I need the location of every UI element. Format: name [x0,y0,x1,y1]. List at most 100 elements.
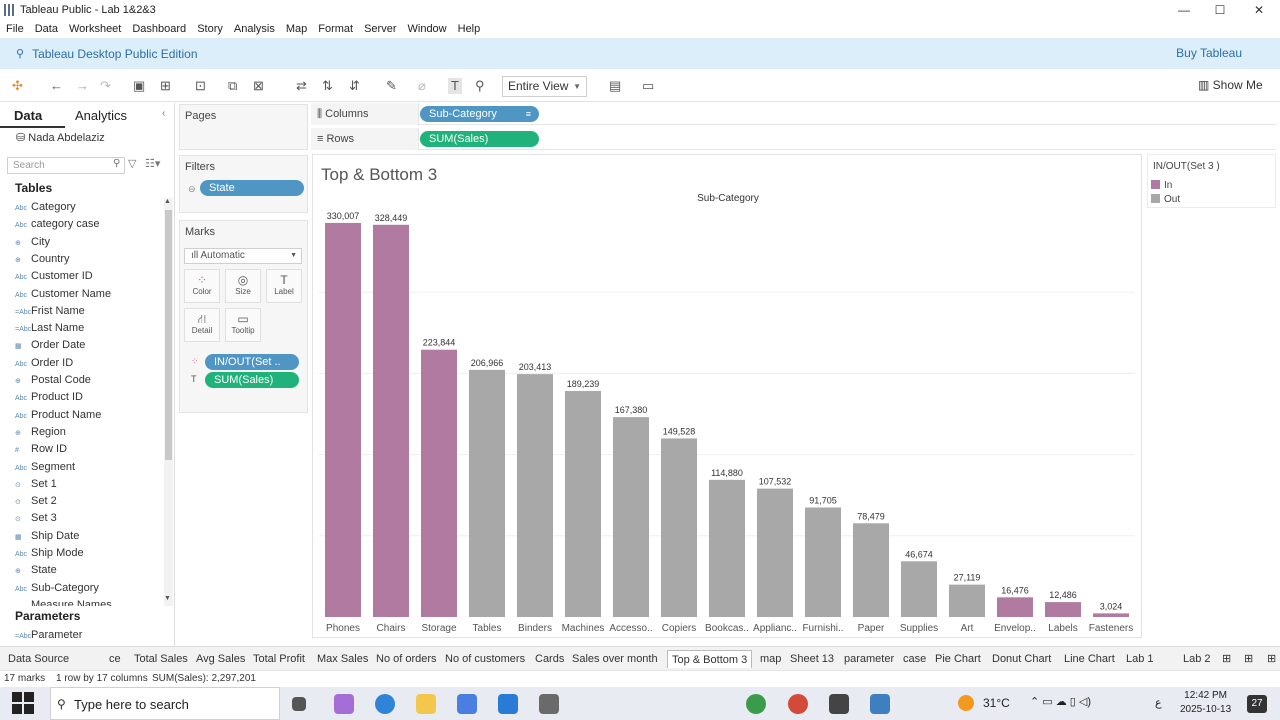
new-datasource-icon[interactable]: ⊞ [160,78,171,94]
legend-item-in[interactable]: In [1151,180,1172,191]
menu-analysis[interactable]: Analysis [234,23,275,35]
size-button[interactable]: ◎ Size [225,269,261,303]
bar-binders[interactable] [517,374,553,617]
menu-file[interactable]: File [6,23,24,35]
camera-icon[interactable] [539,694,559,714]
filter-pill-state[interactable]: State [200,180,304,196]
field-item[interactable]: ⊙ Set 3 [15,512,57,524]
field-item[interactable]: ⊕ State [15,564,57,576]
color-button[interactable]: ⁘ Color [184,269,220,303]
sheet-tab[interactable]: case [899,650,930,668]
file-explorer-icon[interactable] [416,694,436,714]
bar-envelop[interactable] [997,597,1033,617]
bar-storage[interactable] [421,349,457,617]
swap-icon[interactable]: ⇄ [296,78,307,94]
copilot-icon[interactable] [334,694,354,714]
show-me-button[interactable]: ▥ Show Me [1198,78,1263,92]
sheet-tab[interactable]: Lab 1 [1122,650,1158,668]
menu-map[interactable]: Map [286,23,307,35]
field-item[interactable]: Abc Order ID [15,357,73,369]
menu-data[interactable]: Data [35,23,58,35]
filter-fields-icon[interactable]: ▽ [128,157,136,170]
settings-icon[interactable] [829,694,849,714]
menu-server[interactable]: Server [364,23,396,35]
sheet-tab[interactable]: Pie Chart [931,650,985,668]
group-icon[interactable]: ⌀ [418,78,426,94]
bar-supplies[interactable] [901,561,937,617]
field-item[interactable]: Abc Category [15,201,76,213]
chrome-profile-icon[interactable] [788,694,808,714]
bar-furnishi[interactable] [805,507,841,617]
datasource-user[interactable]: ⛁ Nada Abdelaziz [16,131,105,144]
menu-story[interactable]: Story [197,23,223,35]
new-datasource-tab-icon[interactable]: ⊞ [1218,650,1235,668]
menu-format[interactable]: Format [318,23,353,35]
menu-worksheet[interactable]: Worksheet [69,23,121,35]
sort-descending-icon[interactable]: ⇵ [349,78,360,94]
fit-view-dropdown[interactable]: Entire View ▼ [502,76,587,97]
sheet-tab[interactable]: map [756,650,785,668]
duplicate-sheet-icon[interactable]: ⧉ [228,78,237,94]
columns-pill-subcategory[interactable]: Sub-Category ≡ [420,106,539,122]
sheet-tab[interactable]: Sheet 13 [786,650,838,668]
label-button[interactable]: T Label [266,269,302,303]
field-parameter[interactable]: =AbcParameter [15,629,82,641]
store-icon[interactable] [457,694,477,714]
scroll-up-icon[interactable]: ▲ [164,198,171,205]
bar-tables[interactable] [469,369,505,617]
new-sheet-tab-icon[interactable]: ⊞ [1240,650,1257,668]
buy-tableau-link[interactable]: Buy Tableau [1176,46,1242,60]
field-item[interactable]: Abc Product ID [15,391,83,403]
menu-dashboard[interactable]: Dashboard [132,23,186,35]
show-labels-icon[interactable]: T [448,78,462,94]
tableau-taskbar-icon[interactable] [870,694,890,714]
marks-pill-sum-sales[interactable]: SUM(Sales) [205,372,299,388]
sheet-tab[interactable]: Sales over month [568,650,662,668]
bar-machines[interactable] [565,391,601,617]
highlight-icon[interactable]: ✎ [386,78,397,94]
sheet-tab[interactable]: Total Profit [249,650,309,668]
field-item[interactable]: ⊕ Postal Code [15,374,91,386]
field-item[interactable]: # Row ID [15,443,67,455]
new-sheet-icon[interactable]: ⊡ [195,78,206,94]
view-options-icon[interactable]: ☷▾ [145,157,160,170]
field-item[interactable]: Abc Ship Mode [15,547,84,559]
bar-phones[interactable] [325,222,361,618]
redo-icon[interactable]: → [76,78,89,94]
detail-button[interactable]: ⛙ Detail [184,308,220,342]
field-item[interactable]: Abc Sub-Category [15,582,99,594]
bar-labels[interactable] [1045,602,1081,617]
bar-paper[interactable] [853,523,889,617]
cards-icon[interactable]: ▤ [609,78,621,94]
bar-accesso[interactable] [613,417,649,617]
tray-icons[interactable]: ⌃ ▭ ☁ ▯ ◁) [1030,695,1091,708]
task-view-icon[interactable] [292,697,306,711]
field-item[interactable]: ⊙ Set 2 [15,495,57,507]
search-input[interactable]: Search [7,157,125,174]
field-item[interactable]: Abc Segment [15,461,75,473]
close-button[interactable]: ✕ [1241,0,1277,20]
language-indicator[interactable]: ع [1155,696,1162,709]
legend-item-out[interactable]: Out [1151,194,1180,205]
menu-window[interactable]: Window [408,23,447,35]
scrollbar-thumb[interactable] [165,210,172,460]
weather-temp[interactable]: 31°C [983,696,1010,710]
sheet-tab[interactable]: Cards [531,650,568,668]
bar-art[interactable] [949,584,985,617]
bar-bookcas[interactable] [709,479,745,617]
undo-icon[interactable]: ← [50,78,63,94]
mail-icon[interactable] [498,694,518,714]
sheet-tab[interactable]: Max Sales [313,650,372,668]
sheet-tab[interactable]: parameter [840,650,898,668]
field-item[interactable]: =AbcFrist Name [15,305,85,317]
sheet-tab[interactable]: Total Sales [130,650,192,668]
field-item[interactable]: Abc Customer Name [15,288,111,300]
sheet-tab[interactable]: Lab 2 [1179,650,1215,668]
notification-badge[interactable]: 27 [1247,695,1267,713]
field-item[interactable]: ⊙ Set 1 [15,478,57,490]
bar-chairs[interactable] [373,224,409,617]
sheet-tab[interactable]: Top & Bottom 3 [667,650,753,668]
mark-type-dropdown[interactable]: ıll Automatic ▼ [184,248,302,264]
minimize-button[interactable]: — [1166,0,1202,20]
windows-start-icon[interactable] [12,692,34,714]
